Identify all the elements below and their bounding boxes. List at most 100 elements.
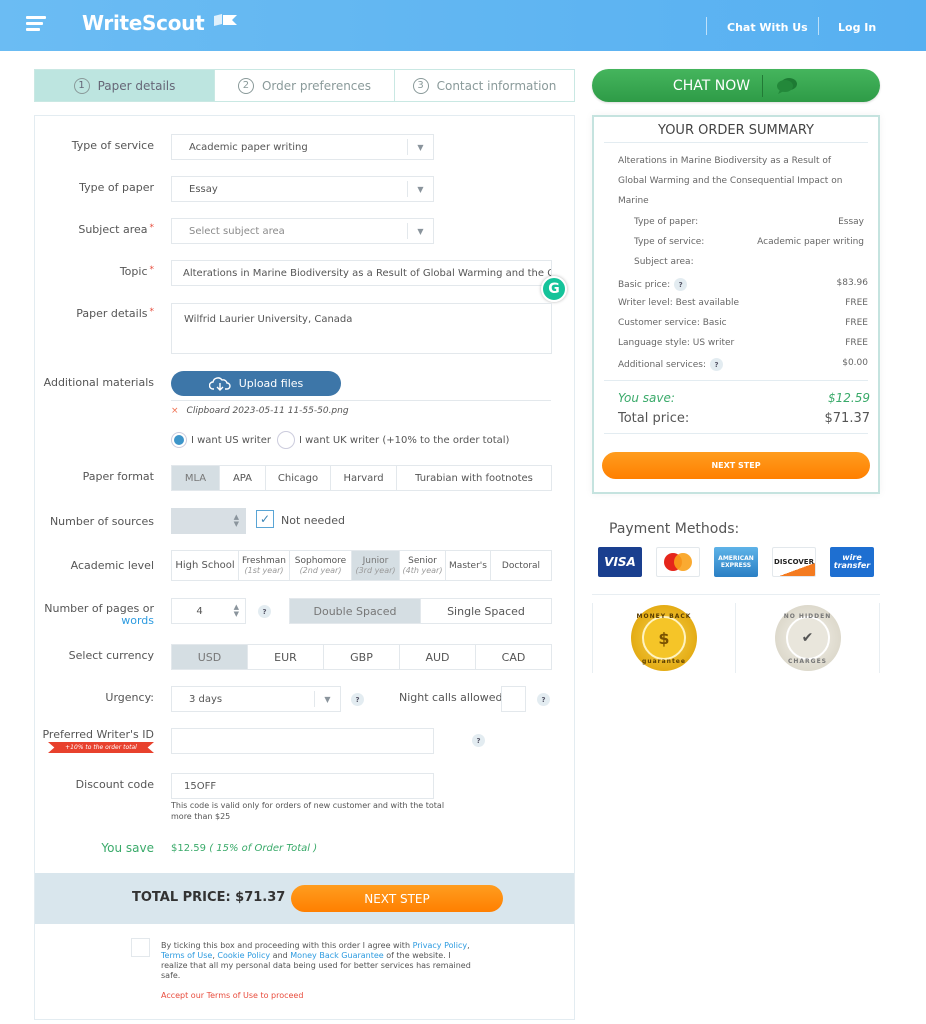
format-option-mla[interactable]: MLA (172, 466, 220, 490)
summary-row-label: Subject area: (634, 257, 694, 267)
level-option-junior[interactable]: Junior (3rd year) (352, 551, 400, 580)
chat-now-button[interactable]: CHAT NOW (592, 69, 880, 102)
help-icon[interactable]: ? (537, 693, 550, 706)
level-option-senior[interactable]: Senior (4th year) (400, 551, 446, 580)
cookie-policy-link[interactable]: Cookie Policy (217, 951, 270, 960)
no-hidden-charges-seal-icon: NO HIDDEN ✔ CHARGES (774, 605, 841, 671)
not-needed-checkbox[interactable]: ✓ (256, 510, 274, 528)
no-hidden-charges-badge: NO HIDDEN ✔ CHARGES (736, 603, 880, 673)
you-save-amount: $12.59 (171, 843, 206, 854)
next-step-button[interactable]: NEXT STEP (291, 885, 503, 912)
currency-option-aud[interactable]: AUD (400, 645, 476, 669)
money-back-guarantee-link[interactable]: Money Back Guarantee (290, 951, 383, 960)
pages-label: Number of pages or words (35, 603, 154, 627)
us-writer-label[interactable]: I want US writer (191, 435, 271, 446)
currency-option-cad[interactable]: CAD (476, 645, 551, 669)
words-link[interactable]: words (121, 614, 154, 627)
required-mark: * (149, 307, 155, 317)
us-writer-radio[interactable] (171, 432, 187, 448)
flag-icon (214, 14, 237, 26)
total-price-value: $71.37 (824, 411, 871, 426)
price-label: Basic price: (618, 280, 671, 290)
uk-writer-radio[interactable] (276, 431, 295, 449)
stepper-arrows-icon[interactable]: ▲ ▼ (234, 604, 239, 618)
format-option-turabian[interactable]: Turabian with footnotes (397, 466, 551, 490)
upload-files-label: Upload files (238, 377, 304, 390)
summary-next-step-button[interactable]: NEXT STEP (602, 452, 870, 479)
summary-row-value: $0.00 (842, 358, 868, 368)
level-option-sophomore[interactable]: Sophomore (2nd year) (290, 551, 352, 580)
type-of-service-select[interactable]: Academic paper writing ▼ (171, 134, 434, 160)
discount-code-input[interactable]: 15OFF (171, 773, 434, 799)
topic-label: Topic * (35, 265, 154, 278)
level-option-high-school[interactable]: High School (172, 551, 239, 580)
step-number: 1 (73, 77, 90, 94)
log-in-link[interactable]: Log In (838, 21, 876, 34)
preferred-writer-label: Preferred Writer's ID (42, 728, 154, 741)
help-icon[interactable]: ? (710, 358, 724, 371)
currency-option-gbp[interactable]: GBP (324, 645, 400, 669)
paper-format-selector: MLA APA Chicago Harvard Turabian with fo… (171, 465, 552, 491)
format-option-chicago[interactable]: Chicago (266, 466, 331, 490)
not-needed-label[interactable]: Not needed (281, 514, 345, 527)
night-calls-checkbox[interactable] (501, 686, 526, 712)
site-header: WriteScout Chat With Us Log In (0, 0, 926, 51)
privacy-policy-link[interactable]: Privacy Policy (413, 941, 468, 950)
terms-of-use-link[interactable]: Terms of Use (161, 951, 212, 960)
level-option-doctoral[interactable]: Doctoral (491, 551, 551, 580)
level-option-freshman[interactable]: Freshman (1st year) (239, 551, 290, 580)
card-label: DISCOVER (774, 558, 814, 566)
summary-row-label: Additional services:? (618, 358, 724, 371)
remove-file-icon[interactable]: × (171, 406, 179, 416)
divider (762, 74, 764, 97)
urgency-select[interactable]: 3 days ▼ (171, 686, 341, 712)
help-icon[interactable]: ? (351, 693, 364, 706)
grammarly-icon[interactable]: G (541, 276, 567, 302)
topic-input[interactable]: Alterations in Marine Biodiversity as a … (171, 260, 552, 286)
currency-option-usd[interactable]: USD (172, 645, 248, 669)
subject-area-select[interactable]: Select subject area ▼ (171, 218, 434, 244)
price-label: Additional services: (618, 360, 707, 370)
terms-text-part: By ticking this box and proceeding with … (161, 941, 413, 950)
order-summary: YOUR ORDER SUMMARY Alterations in Marine… (592, 115, 880, 494)
preferred-writer-input[interactable] (171, 728, 434, 754)
level-sub: (1st year) (244, 566, 284, 575)
uk-writer-label[interactable]: I want UK writer (+10% to the order tota… (299, 435, 509, 446)
format-option-apa[interactable]: APA (220, 466, 266, 490)
wire-transfer-icon: wire transfer (830, 547, 874, 577)
type-of-paper-select[interactable]: Essay ▼ (171, 176, 434, 202)
tab-contact-information[interactable]: 3 Contact information (395, 70, 574, 101)
level-label: Junior (362, 556, 389, 566)
help-icon[interactable]: ? (258, 605, 271, 618)
sources-stepper[interactable]: ▲ ▼ (171, 508, 246, 534)
tab-paper-details[interactable]: 1 Paper details (35, 70, 215, 101)
level-option-masters[interactable]: Master's (446, 551, 491, 580)
single-spaced-option[interactable]: Single Spaced (421, 599, 551, 623)
summary-row-label: Writer level: Best available (618, 298, 740, 308)
level-label: High School (175, 560, 235, 571)
chevron-down-icon: ▼ (407, 139, 433, 155)
chat-with-us-link[interactable]: Chat With Us (727, 21, 808, 34)
summary-row-value: $83.96 (836, 278, 869, 288)
level-label: Sophomore (294, 556, 347, 566)
currency-option-eur[interactable]: EUR (248, 645, 324, 669)
double-spaced-option[interactable]: Double Spaced (290, 599, 421, 623)
menu-icon[interactable] (26, 16, 46, 32)
dollar-icon: $ (642, 616, 686, 660)
type-of-paper-label: Type of paper (79, 181, 154, 194)
format-option-harvard[interactable]: Harvard (331, 466, 397, 490)
stepper-arrows-icon[interactable]: ▲ ▼ (234, 514, 239, 528)
you-save-label: You save (101, 841, 154, 855)
summary-row-value: Essay (838, 217, 864, 227)
card-label: AMERICAN EXPRESS (718, 555, 754, 569)
paper-details-textarea[interactable]: Wilfrid Laurier University, Canada (171, 303, 552, 354)
pages-stepper[interactable]: 4 ▲ ▼ (171, 598, 246, 624)
upload-files-button[interactable]: Upload files (171, 371, 341, 396)
divider (604, 380, 868, 381)
header-divider (706, 17, 707, 35)
tab-order-preferences[interactable]: 2 Order preferences (215, 70, 395, 101)
help-icon[interactable]: ? (674, 278, 688, 291)
logo[interactable]: WriteScout (82, 11, 205, 35)
terms-checkbox[interactable] (131, 938, 150, 957)
help-icon[interactable]: ? (472, 734, 485, 747)
